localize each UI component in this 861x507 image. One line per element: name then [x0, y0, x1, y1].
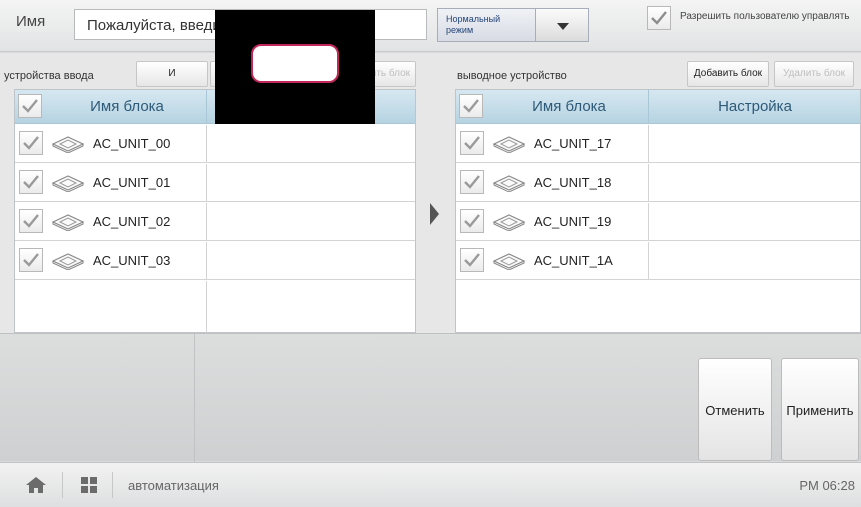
- breadcrumb[interactable]: автоматизация: [128, 478, 219, 493]
- ceiling-cassette-icon: [51, 136, 85, 153]
- grid-menu-icon[interactable]: [81, 477, 97, 493]
- mode-dropdown[interactable]: Нормальный режим: [437, 8, 589, 42]
- unit-name: AC_UNIT_17: [534, 136, 612, 151]
- clock: PM 06:28: [799, 478, 855, 493]
- check-icon: [464, 136, 480, 150]
- chevron-down-icon[interactable]: [535, 8, 589, 42]
- ceiling-cassette-icon: [492, 136, 526, 153]
- check-icon: [23, 214, 39, 228]
- column-divider: [648, 164, 649, 201]
- table-row[interactable]: AC_UNIT_19: [456, 203, 860, 241]
- allow-user-control-label: Разрешить пользователю управлять: [680, 11, 850, 22]
- unit-name: AC_UNIT_03: [93, 253, 171, 268]
- ceiling-cassette-icon: [51, 175, 85, 192]
- select-all-checkbox[interactable]: [459, 94, 483, 118]
- check-icon: [464, 175, 480, 189]
- check-icon: [463, 99, 479, 113]
- home-icon[interactable]: [25, 476, 47, 494]
- column-divider: [206, 203, 207, 240]
- table-header: Имя блока Настройка: [456, 90, 860, 124]
- ceiling-cassette-icon: [492, 253, 526, 270]
- row-checkbox[interactable]: [19, 170, 43, 194]
- column-header-name: Имя блока: [90, 98, 164, 115]
- add-unit-button[interactable]: Добавить блок: [687, 61, 769, 87]
- table-row[interactable]: AC_UNIT_03: [15, 242, 415, 280]
- ceiling-cassette-icon: [492, 214, 526, 231]
- column-divider: [648, 125, 649, 162]
- output-devices-table: Имя блока Настройка AC_UNIT_17 AC_UNIT_1…: [455, 89, 861, 333]
- output-devices-panel: выводное устройство Добавить блок Удалит…: [447, 53, 861, 333]
- delete-unit-button[interactable]: Удалить блок: [774, 61, 854, 87]
- apply-button[interactable]: Применить: [781, 358, 859, 461]
- name-label: Имя: [16, 13, 46, 30]
- check-icon: [23, 136, 39, 150]
- row-checkbox[interactable]: [460, 248, 484, 272]
- table-row[interactable]: AC_UNIT_18: [456, 164, 860, 202]
- allow-user-control-checkbox[interactable]: [647, 6, 671, 30]
- arrow-right-icon[interactable]: [430, 203, 439, 225]
- column-divider: [648, 242, 649, 279]
- unit-name: AC_UNIT_1A: [534, 253, 613, 268]
- ceiling-cassette-icon: [51, 253, 85, 270]
- mode-dropdown-value: Нормальный режим: [446, 14, 501, 35]
- input-devices-title: устройства ввода: [4, 70, 94, 82]
- column-header-name: Имя блока: [532, 98, 606, 115]
- ceiling-cassette-icon: [492, 175, 526, 192]
- status-bar: автоматизация PM 06:28: [0, 462, 861, 507]
- focus-highlight[interactable]: [251, 44, 339, 83]
- unit-name: AC_UNIT_00: [93, 136, 171, 151]
- table-row[interactable]: AC_UNIT_00: [15, 125, 415, 163]
- column-divider: [206, 90, 207, 124]
- row-checkbox[interactable]: [460, 209, 484, 233]
- transfer-gutter: [425, 53, 447, 333]
- column-header-setting: Настройка: [718, 98, 792, 115]
- column-divider: [206, 242, 207, 279]
- unit-name: AC_UNIT_02: [93, 214, 171, 229]
- column-divider: [206, 125, 207, 162]
- check-icon: [23, 175, 39, 189]
- output-devices-title: выводное устройство: [457, 70, 567, 82]
- table-row[interactable]: AC_UNIT_02: [15, 203, 415, 241]
- divider: [194, 334, 195, 462]
- table-row[interactable]: AC_UNIT_17: [456, 125, 860, 163]
- column-divider: [206, 164, 207, 201]
- action-area: Отменить Применить: [0, 333, 861, 462]
- unit-name: AC_UNIT_18: [534, 175, 612, 190]
- table-row[interactable]: AC_UNIT_01: [15, 164, 415, 202]
- unit-name: AC_UNIT_01: [93, 175, 171, 190]
- input-devices-table: Имя блока AC_UNIT_00 AC_UNIT_01 AC_UNIT_…: [14, 89, 416, 333]
- select-all-checkbox[interactable]: [18, 94, 42, 118]
- top-bar: Имя Пожалуйста, введит Нормальный режим …: [0, 0, 861, 52]
- check-icon: [651, 11, 667, 25]
- divider: [62, 472, 63, 498]
- check-icon: [23, 253, 39, 267]
- column-divider: [648, 203, 649, 240]
- row-checkbox[interactable]: [460, 131, 484, 155]
- check-icon: [464, 214, 480, 228]
- row-checkbox[interactable]: [19, 209, 43, 233]
- cancel-button[interactable]: Отменить: [698, 358, 772, 461]
- check-icon: [22, 99, 38, 113]
- column-divider: [206, 281, 207, 333]
- check-icon: [464, 253, 480, 267]
- unit-name: AC_UNIT_19: [534, 214, 612, 229]
- ceiling-cassette-icon: [51, 214, 85, 231]
- divider: [112, 472, 113, 498]
- input-add-button[interactable]: И: [136, 61, 208, 87]
- row-checkbox[interactable]: [460, 170, 484, 194]
- row-checkbox[interactable]: [19, 248, 43, 272]
- table-row[interactable]: AC_UNIT_1A: [456, 242, 860, 280]
- row-checkbox[interactable]: [19, 131, 43, 155]
